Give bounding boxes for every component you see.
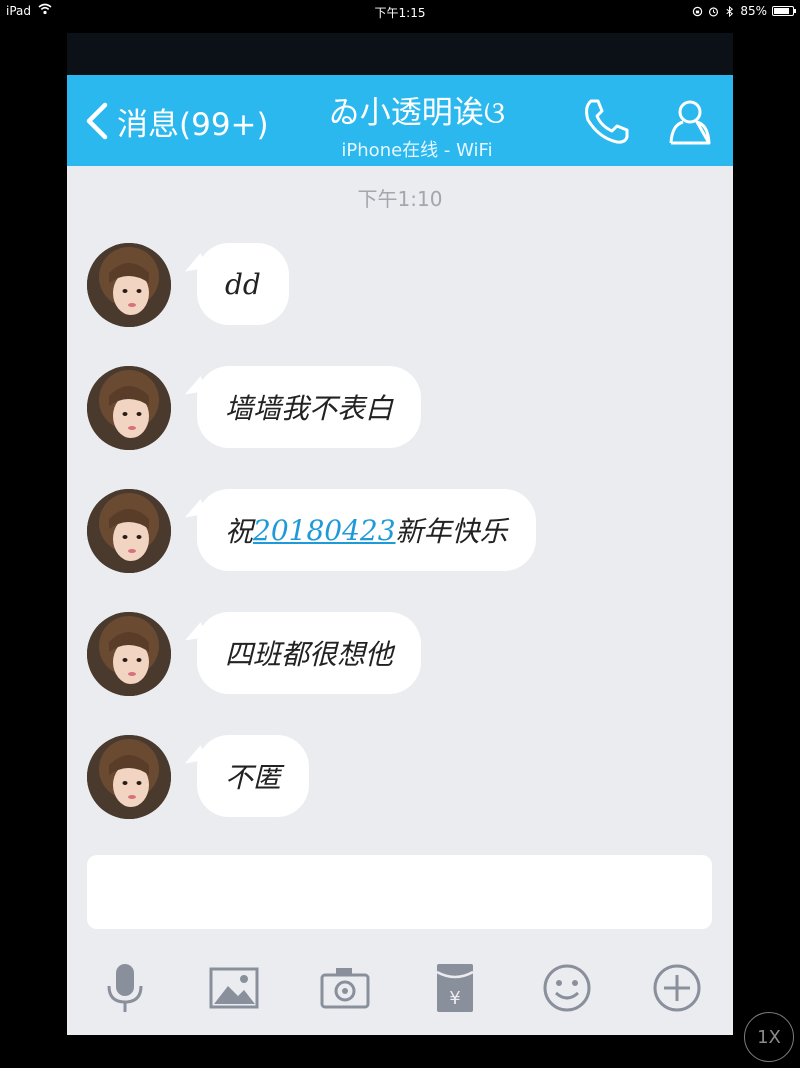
online-status: iPhone在线 - WiFi bbox=[341, 140, 493, 161]
red-packet-icon[interactable]: ¥ bbox=[427, 960, 483, 1016]
emoji-icon[interactable] bbox=[539, 960, 595, 1016]
svg-text:¥: ¥ bbox=[449, 988, 460, 1009]
orientation-lock-icon bbox=[693, 6, 703, 16]
alarm-icon bbox=[709, 6, 719, 16]
microphone-icon[interactable] bbox=[97, 960, 153, 1016]
message-bubble[interactable]: 祝 20180423 新年快乐 bbox=[197, 489, 536, 571]
avatar[interactable] bbox=[87, 735, 171, 819]
avatar[interactable] bbox=[87, 366, 171, 450]
message-text: 不匿 bbox=[225, 761, 282, 794]
avatar[interactable] bbox=[87, 243, 171, 327]
battery-icon bbox=[772, 6, 796, 16]
message-text: 四班都很想他 bbox=[225, 638, 394, 671]
message-bubble[interactable]: dd bbox=[197, 243, 289, 325]
contact-icon[interactable] bbox=[663, 95, 717, 149]
avatar-image bbox=[87, 243, 171, 327]
message-bubble[interactable]: 不匿 bbox=[197, 735, 310, 817]
bluetooth-icon bbox=[726, 5, 734, 17]
status-time: 下午1:15 bbox=[374, 6, 426, 20]
chat-title: ゐ小透明诶ଓ bbox=[328, 95, 506, 131]
chat-title-block[interactable]: ゐ小透明诶ଓ iPhone在线 - WiFi bbox=[267, 87, 567, 162]
message-input[interactable] bbox=[87, 855, 712, 929]
message-bubble[interactable]: 四班都很想他 bbox=[197, 612, 422, 694]
avatar-image bbox=[87, 366, 171, 450]
avatar[interactable] bbox=[87, 612, 171, 696]
message-text: 墙墙我不表白 bbox=[225, 392, 394, 425]
avatar[interactable] bbox=[87, 489, 171, 573]
message-text-suffix: 新年快乐 bbox=[395, 515, 508, 548]
back-label: 消息(99+) bbox=[117, 106, 269, 143]
back-button[interactable]: 消息(99+) bbox=[83, 97, 269, 145]
chat-window: 消息(99+) ゐ小透明诶ଓ iPhone在线 - WiFi 下午1:10 dd… bbox=[67, 33, 733, 1035]
camera-icon[interactable] bbox=[317, 960, 373, 1016]
phone-icon[interactable] bbox=[579, 95, 633, 149]
plus-icon[interactable] bbox=[649, 960, 705, 1016]
message-timestamp: 下午1:10 bbox=[357, 187, 443, 211]
avatar-image bbox=[87, 735, 171, 819]
input-toolbar: ¥ bbox=[67, 938, 733, 1035]
app-status-area bbox=[67, 33, 733, 75]
chevron-left-icon bbox=[86, 102, 108, 140]
status-right: 85% bbox=[692, 3, 796, 19]
status-bar: iPad 下午1:15 85% bbox=[0, 0, 800, 22]
battery-percent: 85% bbox=[740, 4, 767, 18]
nav-bar: 消息(99+) ゐ小透明诶ଓ iPhone在线 - WiFi bbox=[67, 75, 733, 166]
message-bubble[interactable]: 墙墙我不表白 bbox=[197, 366, 422, 448]
zoom-toggle-button[interactable]: 1X bbox=[744, 1012, 794, 1062]
image-icon[interactable] bbox=[206, 960, 262, 1016]
battery-fill bbox=[774, 8, 789, 14]
avatar-image bbox=[87, 489, 171, 573]
avatar-image bbox=[87, 612, 171, 696]
date-link[interactable]: 20180423 bbox=[253, 514, 396, 547]
message-text-prefix: 祝 bbox=[225, 515, 254, 548]
message-text: dd bbox=[225, 267, 261, 301]
